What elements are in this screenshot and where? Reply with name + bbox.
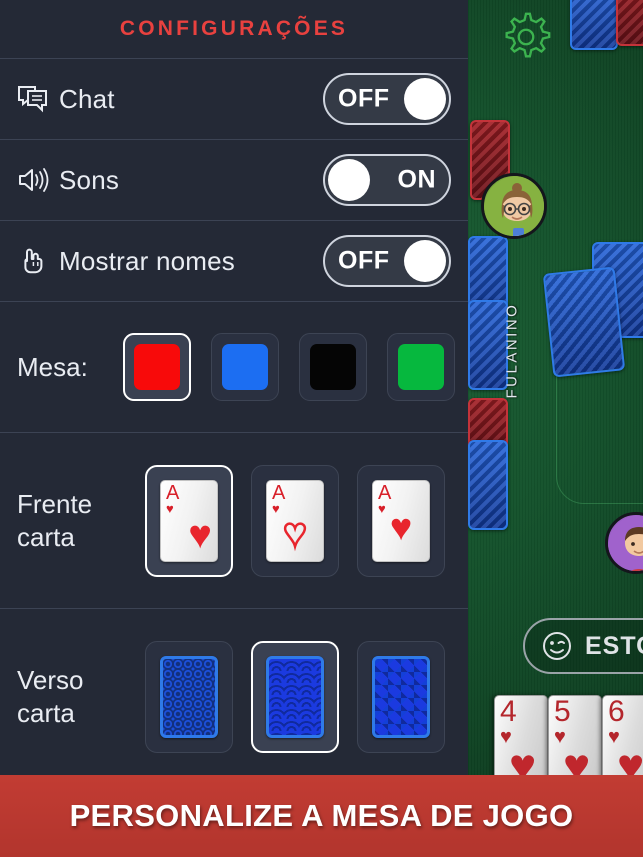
page-title: CONFIGURAÇÕES — [119, 17, 349, 40]
action-button[interactable]: ESTO — [523, 618, 643, 674]
toggle-state-show-names: OFF — [338, 246, 390, 275]
player-name: FULANINO — [503, 302, 521, 399]
hand-card[interactable]: 4 ♥ ♥ — [494, 695, 548, 788]
card-back-label: Verso carta — [17, 665, 84, 728]
card-center-pip: ♥ — [282, 510, 308, 555]
setting-row-sounds[interactable]: Sons ON — [0, 140, 468, 220]
card-suit: ♥ — [272, 500, 280, 516]
card-rank: A — [378, 481, 392, 504]
card-back-option-1[interactable] — [145, 640, 233, 753]
card-back-option-3[interactable] — [357, 640, 445, 753]
hand-card[interactable]: 6 ♥ ♥ — [602, 695, 643, 788]
table-card-back — [468, 440, 508, 530]
card-suit: ♥ — [166, 500, 174, 516]
card-rank: A — [166, 481, 180, 504]
setting-row-show-names[interactable]: Mostrar nomes OFF — [0, 221, 468, 301]
card-front-label: Frente carta — [17, 489, 93, 552]
hand-card-rank: 5 — [554, 695, 571, 728]
action-button-label: ESTO — [585, 631, 643, 660]
table-color-option-green[interactable] — [387, 333, 455, 401]
card-front-option-3[interactable]: A ♥ ♥ — [357, 464, 445, 577]
card-front-option-2[interactable]: A ♥ ♥ — [251, 464, 339, 577]
app-screen: FULANINO ESTO 4 ♥ ♥ 5 ♥ ♥ 6 ♥ ♥ — [0, 0, 643, 857]
avatar[interactable] — [605, 512, 643, 574]
panel-header: CONFIGURAÇÕES — [0, 0, 468, 58]
chat-bubble-icon — [17, 84, 59, 114]
hand-card-rank: 6 — [608, 695, 625, 728]
card-suit: ♥ — [378, 500, 386, 516]
table-color-option-blue[interactable] — [211, 333, 279, 401]
card-back-chevrons — [372, 655, 430, 738]
setting-row-table-color: Mesa: — [0, 302, 468, 432]
hand-card[interactable]: 5 ♥ ♥ — [548, 695, 602, 788]
color-swatch — [134, 344, 180, 390]
table-card-back — [542, 266, 626, 378]
card-center-pip: ♥ — [389, 506, 413, 549]
settings-panel: CONFIGURAÇÕES Chat OFF Sons ON Mostrar n… — [0, 0, 468, 775]
color-swatch — [222, 344, 268, 390]
ace-of-hearts-card: A ♥ ♥ — [160, 479, 218, 562]
toggle-state-sounds: ON — [397, 165, 436, 194]
toggle-knob — [404, 78, 446, 120]
table-card-back — [570, 0, 618, 50]
card-center-pip: ♥ — [188, 512, 212, 557]
banner-text: PERSONALIZE A MESA DE JOGO — [69, 798, 574, 833]
table-card-back — [468, 300, 508, 390]
color-swatch — [310, 344, 356, 390]
toggle-knob — [328, 159, 370, 201]
table-card-back — [616, 0, 643, 46]
setting-label-sounds: Sons — [59, 164, 120, 195]
ace-of-hearts-card: A ♥ ♥ — [266, 479, 324, 562]
card-back-fans — [266, 655, 324, 738]
hand-card-rank: 4 — [500, 695, 517, 728]
card-back-circles — [160, 655, 218, 738]
pointing-hand-icon — [17, 245, 59, 277]
table-color-option-red[interactable] — [123, 333, 191, 401]
toggle-state-chat: OFF — [338, 84, 390, 113]
setting-row-chat[interactable]: Chat OFF — [0, 59, 468, 139]
card-back-option-2[interactable] — [251, 640, 339, 753]
avatar[interactable] — [481, 173, 547, 239]
table-color-label: Mesa: — [17, 351, 88, 382]
color-swatch — [398, 344, 444, 390]
toggle-sounds[interactable]: ON — [323, 154, 451, 206]
setting-label-show-names: Mostrar nomes — [59, 245, 235, 276]
table-color-option-black[interactable] — [299, 333, 367, 401]
wink-smiley-icon — [543, 632, 571, 660]
setting-row-card-front: Frente carta A ♥ ♥ A ♥ ♥ A ♥ ♥ — [0, 433, 468, 608]
toggle-show-names[interactable]: OFF — [323, 235, 451, 287]
speaker-icon — [17, 165, 59, 195]
bottom-banner[interactable]: PERSONALIZE A MESA DE JOGO — [0, 775, 643, 857]
toggle-knob — [404, 240, 446, 282]
card-rank: A — [272, 481, 286, 504]
ace-of-hearts-card: A ♥ ♥ — [372, 479, 430, 562]
setting-row-card-back: Verso carta — [0, 609, 468, 784]
card-front-option-1[interactable]: A ♥ ♥ — [145, 464, 233, 577]
toggle-chat[interactable]: OFF — [323, 73, 451, 125]
setting-label-chat: Chat — [59, 83, 115, 114]
gear-icon[interactable] — [497, 8, 555, 66]
